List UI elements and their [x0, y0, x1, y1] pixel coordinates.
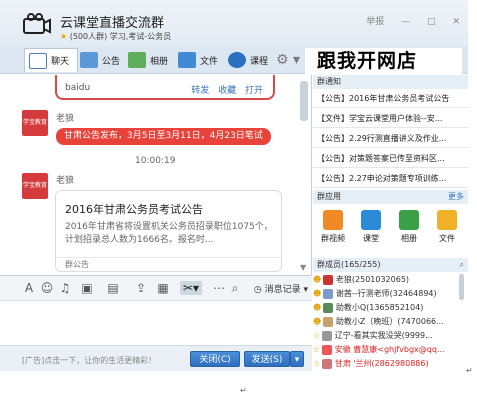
ad-text[interactable]: [广告]点击一下，让你的生活更精彩！ — [22, 355, 156, 366]
favorite-link[interactable]: 收藏 — [218, 86, 236, 96]
search-members-icon[interactable]: ⌕ — [460, 258, 464, 272]
shared-link-card[interactable]: baidu 转发 收藏 打开 — [55, 75, 275, 100]
classroom-icon — [361, 210, 381, 230]
folder-icon — [437, 210, 457, 230]
upload-icon[interactable]: ⇪ — [134, 281, 148, 295]
tab-announcement[interactable]: 公告 — [80, 48, 120, 72]
app-classroom[interactable]: 课堂 — [355, 210, 387, 244]
video-call-icon — [323, 210, 343, 230]
link-actions: 转发 收藏 打开 — [185, 83, 263, 96]
chat-icon — [29, 52, 47, 69]
notice-item[interactable]: 【公告】2.29行测直播讲义及作业... — [313, 129, 468, 148]
member-item[interactable]: ☻ 老狼(2501032065) — [313, 274, 458, 286]
sender-name: 老狼 — [56, 114, 75, 124]
more-icon[interactable]: ⋯ — [212, 281, 226, 295]
announcement-card[interactable]: 2016年甘肃公务员考试公告 2016年甘肃省将设置机关公务员招录职位1075个… — [55, 190, 282, 272]
window-controls: 举报 — □ ✕ — [352, 14, 460, 27]
member-item[interactable]: ☻ 助教小Z（晚班）(7470066... — [313, 316, 458, 328]
right-panel: 群通知 【公告】2016年甘肃公务员考试公告 【文件】学宝云课堂用户体验--安.… — [313, 75, 468, 378]
send-button[interactable]: 发送(S) — [244, 351, 290, 367]
notice-item[interactable]: 【公告】对策题答案已传至资料区... — [313, 149, 468, 168]
message-input[interactable] — [0, 301, 312, 345]
message-bubble: 甘肃公告发布，3月5日至3月11日，4月23日笔试 — [56, 128, 271, 145]
member-item[interactable]: ☻ 助教小Q(1365852104) — [313, 302, 458, 314]
video-icon[interactable]: ▣ — [80, 281, 94, 295]
tab-course[interactable]: 课程 — [228, 48, 268, 72]
tab-chat[interactable]: 聊天 — [24, 48, 79, 72]
apps-header: 群应用 更多 — [313, 190, 468, 204]
member-item[interactable]: ☆ 安徽 曹慧康<ghjfvbgx@qq... — [313, 344, 458, 356]
title-bar: 云课堂直播交流群 ★ (500人群) 学习,考试-公务员 举报 — □ ✕ — [0, 0, 468, 46]
close-window-button[interactable]: ✕ — [452, 17, 460, 27]
banner-headline: 跟我开网店 — [305, 48, 462, 74]
scissors-icon[interactable]: ✂▾ — [180, 281, 202, 295]
member-item[interactable]: ☆ 辽宁-看其实我没哭(9999... — [313, 330, 458, 342]
paragraph-mark: ↵ — [240, 386, 247, 395]
close-button[interactable]: 关闭(C) — [190, 351, 240, 367]
group-info: (500人群) 学习,考试-公务员 — [69, 32, 172, 41]
tab-files[interactable]: 文件 — [178, 48, 218, 72]
announcement-title: 2016年甘肃公务员考试公告 — [65, 203, 203, 216]
message-timestamp: 10:00:19 — [135, 156, 176, 166]
chat-window: 云课堂直播交流群 ★ (500人群) 学习,考试-公务员 举报 — □ ✕ 聊天… — [0, 0, 468, 378]
apps-grid: 群视频 课堂 相册 文件 — [313, 206, 468, 261]
app-files[interactable]: 文件 — [431, 210, 463, 244]
announcement-icon — [80, 52, 98, 68]
folder-icon — [178, 52, 196, 68]
group-title: 云课堂直播交流群 — [60, 16, 165, 31]
minimize-button[interactable]: — — [401, 17, 410, 27]
course-icon — [228, 52, 246, 68]
announcement-body: 2016年甘肃省将设置机关公务员招录职位1075个，计划招录总人数为1666名。… — [65, 222, 273, 245]
history-button[interactable]: ◷ 消息记录 ▾ — [254, 282, 308, 295]
emoji-icon[interactable]: ☺ — [40, 281, 54, 295]
avatar[interactable]: 学宝教育 — [22, 173, 48, 199]
link-source: baidu — [65, 83, 91, 93]
chat-scrollbar[interactable] — [300, 81, 308, 121]
member-item[interactable]: ☆ 甘肃 '兰州(2862980886) — [313, 358, 458, 370]
voice-icon[interactable]: ♫ — [58, 281, 72, 295]
send-options-button[interactable]: ▾ — [290, 351, 304, 367]
avatar[interactable]: 学宝教育 — [22, 110, 48, 136]
picture-icon[interactable]: ▦ — [156, 281, 170, 295]
input-toolbar: A ☺ ♫ ▣ ▤ ⇪ ▦ ✂▾ ⋯ ⌕ ◷ 消息记录 ▾ — [0, 275, 312, 301]
members-header: 群成员(165/255) ⌕ — [313, 258, 468, 272]
app-album[interactable]: 相册 — [393, 210, 425, 244]
tab-album[interactable]: 相册 — [128, 48, 168, 72]
member-item[interactable]: ☻ 谢茜--行测老师(32464894) — [313, 288, 458, 300]
star-icon: ★ — [60, 32, 68, 41]
chat-messages: baidu 转发 收藏 打开 学宝教育 老狼 甘肃公告发布，3月5日至3月11日… — [0, 75, 312, 275]
clock-icon: ◷ — [253, 285, 262, 295]
app-video[interactable]: 群视频 — [317, 210, 349, 244]
tab-bar: 聊天 公告 相册 文件 课程 ⚙ ▾ 跟我开网店 — [0, 46, 468, 74]
bottom-bar: [广告]点击一下，让你的生活更精彩！ 关闭(C) 发送(S) ▾ — [0, 345, 312, 371]
group-subtitle: ★ (500人群) 学习,考试-公务员 — [60, 31, 171, 42]
group-icon — [23, 13, 51, 34]
report-button[interactable]: 举报 — [366, 17, 384, 27]
notice-item[interactable]: 【公告】2016年甘肃公务员考试公告 — [313, 89, 468, 108]
apps-more-link[interactable]: 更多 — [448, 190, 464, 204]
scroll-down-icon[interactable]: ▼ — [300, 263, 306, 272]
notice-item[interactable]: 【公告】2.27申论对策题专项训练... — [313, 169, 468, 188]
open-link[interactable]: 打开 — [245, 86, 263, 96]
sender-name: 老狼 — [56, 176, 75, 186]
album-icon — [399, 210, 419, 230]
forward-link[interactable]: 转发 — [191, 86, 209, 96]
paragraph-mark: ↵ — [466, 366, 473, 375]
maximize-button[interactable]: □ — [427, 17, 436, 27]
search-icon[interactable]: ⌕ — [228, 281, 242, 295]
members-scrollbar[interactable] — [459, 274, 464, 300]
settings-gear-icon[interactable]: ⚙ ▾ — [276, 48, 300, 72]
notice-header: 群通知 — [313, 75, 468, 89]
notice-item[interactable]: 【文件】学宝云课堂用户体验--安... — [313, 109, 468, 128]
font-icon[interactable]: A — [22, 281, 36, 295]
album-icon — [128, 52, 146, 68]
announcement-footer: 群公告 — [56, 257, 281, 271]
image-icon[interactable]: ▤ — [106, 281, 120, 295]
